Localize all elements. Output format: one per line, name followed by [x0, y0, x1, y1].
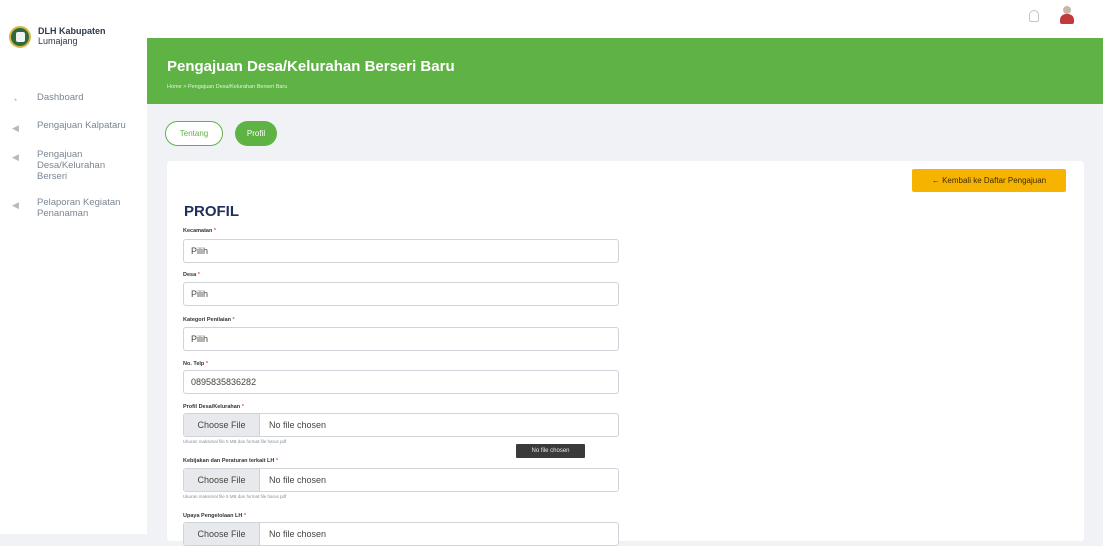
sidebar: DLH Kabupaten Lumajang ◔ Dashboard ◀ Pen…: [0, 0, 147, 534]
page-header: Pengajuan Desa/Kelurahan Berseri Baru Ho…: [147, 38, 1103, 104]
tabs: Tentang Profil: [165, 121, 289, 146]
kategori-label: Kategori Penilaian *: [183, 317, 235, 323]
sidebar-item-penanaman[interactable]: ◀ Pelaporan Kegiatan Penanaman: [0, 197, 147, 219]
telp-label: No. Telp *: [183, 361, 208, 367]
tab-tentang[interactable]: Tentang: [165, 121, 223, 146]
avatar[interactable]: [1060, 6, 1074, 24]
send-icon: ◀: [12, 123, 19, 133]
upaya-file-input[interactable]: Choose File No file chosen: [183, 522, 619, 546]
kebijakan-file-label: Kebijakan dan Peraturan terkait LH *: [183, 458, 279, 464]
kebijakan-file-input[interactable]: Choose File No file chosen: [183, 468, 619, 492]
section-title: PROFIL: [184, 203, 239, 220]
sidebar-item-label: Pengajuan Desa/Kelurahan Berseri: [37, 149, 106, 182]
sidebar-item-desa-berseri[interactable]: ◀ Pengajuan Desa/Kelurahan Berseri: [0, 149, 147, 182]
choose-file-button[interactable]: Choose File: [184, 414, 260, 436]
tab-profil[interactable]: Profil: [235, 121, 277, 146]
telp-input[interactable]: 0895835836282: [183, 370, 619, 394]
profil-file-label: Profil Desa/Kelurahan *: [183, 404, 244, 410]
brand[interactable]: DLH Kabupaten Lumajang: [9, 26, 106, 48]
file-status: No file chosen: [269, 475, 327, 485]
breadcrumb[interactable]: Home > Pengajuan Desa/Kelurahan Berseri …: [167, 84, 287, 90]
logo: [9, 26, 31, 48]
back-to-list-button[interactable]: ← Kembali ke Daftar Pengajuan: [912, 169, 1066, 192]
brand-sub: Lumajang: [38, 36, 78, 46]
desa-label: Desa *: [183, 272, 200, 278]
sidebar-item-label: Pelaporan Kegiatan Penanaman: [37, 197, 121, 219]
bell-icon[interactable]: [1029, 10, 1039, 22]
sidebar-item-kalpataru[interactable]: ◀ Pengajuan Kalpataru: [0, 120, 147, 134]
kategori-select[interactable]: Pilih: [183, 327, 619, 351]
file-status: No file chosen: [269, 529, 327, 539]
choose-file-button[interactable]: Choose File: [184, 469, 260, 491]
sidebar-nav: ◔ Dashboard ◀ Pengajuan Kalpataru ◀ Peng…: [0, 92, 147, 234]
file-hint: Ukuran maksimal file 5 MB dan format fil…: [183, 494, 287, 499]
file-hint: Ukuran maksimal file 5 MB dan format fil…: [183, 439, 287, 444]
sidebar-item-label: Dashboard: [37, 92, 84, 103]
topbar: [147, 0, 1103, 38]
file-tooltip: No file chosen: [516, 444, 585, 458]
file-status: No file chosen: [269, 420, 327, 430]
send-icon: ◀: [12, 200, 19, 210]
choose-file-button[interactable]: Choose File: [184, 523, 260, 545]
profil-file-input[interactable]: Choose File No file chosen: [183, 413, 619, 437]
upaya-file-label: Upaya Pengelolaan LH *: [183, 513, 246, 519]
gauge-icon: ◔: [12, 95, 18, 105]
brand-name: DLH Kabupaten: [38, 26, 106, 36]
kecamatan-select[interactable]: Pilih: [183, 239, 619, 263]
form-card: ← Kembali ke Daftar Pengajuan PROFIL Kec…: [167, 161, 1084, 546]
send-icon: ◀: [12, 152, 19, 162]
desa-select[interactable]: Pilih: [183, 282, 619, 306]
sidebar-item-dashboard[interactable]: ◔ Dashboard: [0, 92, 147, 105]
kecamatan-label: Kecamatan *: [183, 228, 217, 234]
page-title: Pengajuan Desa/Kelurahan Berseri Baru: [167, 58, 455, 75]
sidebar-item-label: Pengajuan Kalpataru: [37, 120, 126, 131]
